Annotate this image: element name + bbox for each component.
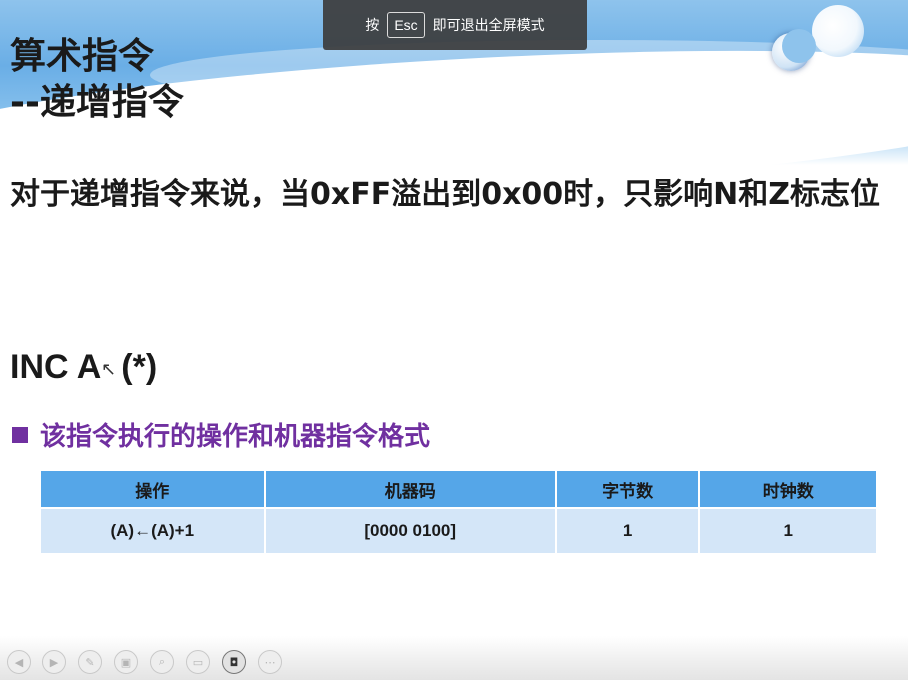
header-bytes: 字节数 [554,469,701,509]
camera-icon[interactable]: ◘ [222,650,246,674]
pen-icon[interactable]: ✎ [78,650,102,674]
toast-prefix: 按 [365,18,380,34]
moon-decoration [772,29,816,71]
cell-machine-code: [0000 0100] [263,507,557,555]
mouse-cursor-icon: ↖ [101,359,117,380]
esc-key-badge: Esc [387,12,425,38]
orb-decoration [812,5,864,57]
instruction-heading: INC A (*) [10,348,157,387]
slides-icon[interactable]: ▣ [114,650,138,674]
instruction-table: 操作 机器码 字节数 时钟数 (A)←(A)+1 [0000 0100] 1 1 [39,469,878,555]
previous-icon[interactable]: ◀ [7,650,31,674]
zoom-icon[interactable]: ⌕ [150,650,174,674]
cell-bytes: 1 [554,507,701,555]
fullscreen-toast: 按 Esc 即可退出全屏模式 [323,0,587,50]
header-clocks: 时钟数 [698,469,878,509]
slide-description: 对于递增指令来说，当0xFF溢出到0x00时，只影响N和Z标志位 [10,177,881,212]
slide-title: 算术指令 --递增指令 [10,34,184,126]
subtitles-icon[interactable]: ▭ [186,650,210,674]
header-operation: 操作 [39,469,266,509]
cell-clocks: 1 [698,507,878,555]
instruction-name: INC A [10,348,102,386]
table-row: (A)←(A)+1 [0000 0100] 1 1 [39,507,878,555]
instruction-note: (*) [121,348,158,386]
bullet-square-icon [12,426,28,443]
table-header-row: 操作 机器码 字节数 时钟数 [39,469,878,509]
cell-operation: (A)←(A)+1 [39,507,266,555]
bullet-text: 该指令执行的操作和机器指令格式 [40,422,431,452]
slide-title-line1: 算术指令 [10,36,155,77]
slide-title-line2: --递增指令 [10,82,184,123]
next-icon[interactable]: ▶ [42,650,66,674]
bullet-item: 该指令执行的操作和机器指令格式 [12,416,430,453]
toast-suffix: 即可退出全屏模式 [432,18,545,34]
header-machine-code: 机器码 [263,469,557,509]
more-icon[interactable]: ⋯ [258,650,282,674]
